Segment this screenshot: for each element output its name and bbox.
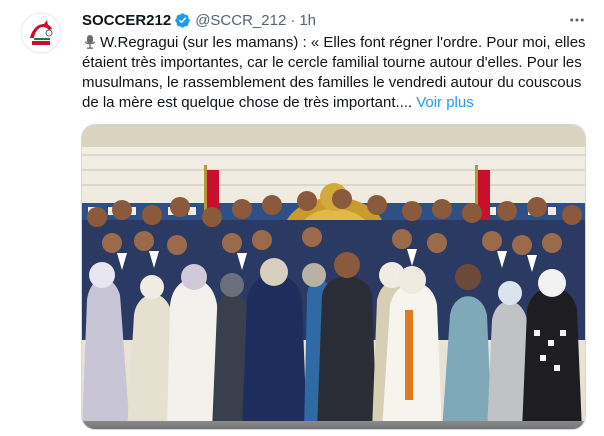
microphone-icon <box>82 34 98 50</box>
author-avatar[interactable] <box>20 12 62 54</box>
author-handle[interactable]: @SCCR_212 <box>195 12 286 29</box>
tweet-body-text: W.Regragui (sur les mamans) : « Elles fo… <box>82 34 586 111</box>
author-display-name[interactable]: SOCCER212 <box>82 12 171 29</box>
soccer212-logo-icon <box>20 12 62 54</box>
tweet-header: SOCCER212 @SCCR_212 · 1h <box>82 9 316 31</box>
header-separator: · <box>290 11 296 29</box>
group-photo-image <box>82 125 585 429</box>
tweet-timestamp[interactable]: 1h <box>299 12 316 29</box>
tweet-card[interactable]: SOCCER212 @SCCR_212 · 1h W.Regragui (sur… <box>0 0 604 436</box>
more-options-button[interactable] <box>565 8 589 32</box>
tweet-media-photo[interactable] <box>81 124 586 430</box>
more-dots-icon <box>570 18 584 22</box>
verified-badge-icon <box>174 12 191 29</box>
show-more-link[interactable]: Voir plus <box>416 94 474 111</box>
tweet-text: W.Regragui (sur les mamans) : « Elles fo… <box>82 33 592 113</box>
